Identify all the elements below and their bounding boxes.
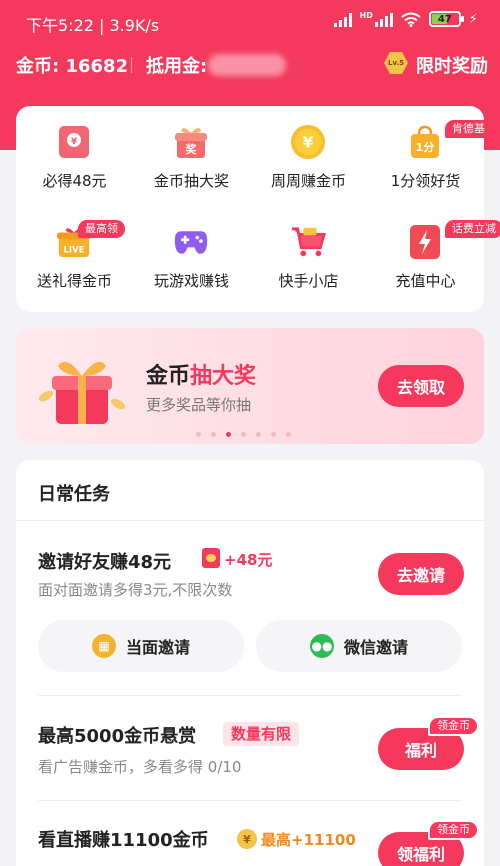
claim-button[interactable]: 去领取	[378, 365, 464, 407]
shopping-bag-icon: 1分	[407, 124, 443, 160]
qr-code-icon: ▦	[91, 634, 116, 658]
entry-label: 周周赚金币	[270, 172, 346, 190]
svg-text:1分: 1分	[416, 140, 435, 154]
entry-recharge-center[interactable]: 话费立减 充值中心	[367, 206, 500, 296]
banner-subtitle: 更多奖品等你抽	[146, 396, 252, 414]
entry-label: 1分领好货	[390, 172, 461, 190]
divider	[16, 520, 484, 521]
battery-level: 47	[437, 13, 452, 25]
red-envelope-icon: ¥	[56, 124, 92, 160]
banner-title-a: 金币	[146, 364, 191, 389]
lightning-icon	[407, 224, 443, 260]
carousel-dot[interactable]	[271, 432, 276, 437]
cellular-signal-icon	[333, 12, 352, 27]
divider	[38, 800, 462, 801]
svg-text:奖: 奖	[186, 142, 198, 156]
status-icons: HD 47 ⚡	[333, 11, 478, 27]
carousel-dot[interactable]	[241, 432, 246, 437]
wechat-invite-button[interactable]: ●● 微信邀请	[256, 620, 462, 672]
divider	[38, 695, 462, 696]
level-badge-icon: Lv.5	[384, 52, 408, 74]
wifi-icon	[401, 12, 421, 27]
entry-tag: 最高领	[78, 220, 125, 238]
entry-label: 必得48元	[42, 172, 107, 190]
entry-kuaishou-store[interactable]: 快手小店	[250, 206, 367, 296]
red-envelope-icon	[202, 548, 220, 568]
voucher-label[interactable]: 抵用金:	[146, 52, 207, 78]
entry-label: 玩游戏赚钱	[153, 272, 229, 290]
gift-box-icon	[38, 361, 126, 424]
carousel-dot[interactable]	[211, 432, 216, 437]
voucher-amount-blurred	[208, 54, 286, 76]
svg-text:¥: ¥	[71, 137, 78, 147]
wechat-invite-label: 微信邀请	[343, 638, 408, 657]
section-title: 日常任务	[38, 484, 110, 505]
entry-label: 快手小店	[278, 272, 339, 290]
limit-reward-link[interactable]: 限时奖励	[416, 52, 488, 78]
lottery-banner[interactable]: 金币抽大奖 更多奖品等你抽 去领取	[16, 328, 484, 444]
face-invite-button[interactable]: ▦ 当面邀请	[38, 620, 244, 672]
banner-title: 金币抽大奖	[146, 358, 256, 390]
face-invite-label: 当面邀请	[125, 638, 190, 657]
yuan-coin-icon: ¥	[290, 124, 326, 160]
entry-tag: 话费立减	[445, 220, 500, 238]
coin-icon: ¥	[237, 829, 257, 849]
banner-title-b: 抽大奖	[190, 364, 257, 389]
carousel-dot[interactable]	[226, 432, 231, 437]
carousel-dots	[196, 432, 291, 437]
entry-gift-coins[interactable]: LIVE 最高领 送礼得金币	[16, 206, 133, 296]
collect-coins-tag: 领金币	[428, 716, 479, 736]
gift-box-icon: 奖	[173, 124, 209, 160]
entry-label: 金币抽大奖	[153, 172, 229, 190]
coin-balance[interactable]: 金币: 16682	[16, 52, 128, 78]
entry-grid-card: ¥ 必得48元 奖 金币抽大奖 ¥ 周周赚金币 1分 肯德基 1分领好货 LIV…	[16, 106, 500, 312]
bounty-task-subtitle: 看广告赚金币，多看多得 0/10	[38, 758, 242, 776]
wechat-icon: ●●	[309, 634, 334, 658]
charging-icon: ⚡	[468, 11, 478, 27]
invite-reward: +48元	[224, 551, 273, 569]
live-reward: 最高+11100	[261, 831, 356, 849]
coin-bar: 金币: 16682 抵用金: Lv.5 限时奖励	[0, 48, 500, 80]
status-bar: 下午5:22 | 3.9K/s HD 47 ⚡	[0, 0, 500, 44]
divider	[131, 57, 132, 73]
entry-play-games[interactable]: 玩游戏赚钱	[133, 206, 250, 296]
invite-task-subtitle: 面对面邀请多得3元,不限次数	[38, 581, 233, 599]
bounty-task-title: 最高5000金币悬赏	[38, 726, 197, 747]
gamepad-icon	[173, 224, 209, 260]
entry-coin-lottery[interactable]: 奖 金币抽大奖	[133, 106, 250, 196]
carousel-dot[interactable]	[286, 432, 291, 437]
carousel-dot[interactable]	[256, 432, 261, 437]
entry-label: 充值中心	[395, 272, 456, 290]
entry-weekly-coins[interactable]: ¥ 周周赚金币	[250, 106, 367, 196]
hd-signal-icon: HD	[360, 11, 393, 27]
invite-button[interactable]: 去邀请	[378, 553, 464, 595]
svg-text:¥: ¥	[303, 134, 314, 152]
daily-tasks-card: 日常任务 邀请好友赚48元 +48元 面对面邀请多得3元,不限次数 去邀请 ▦ …	[16, 460, 484, 866]
invite-task-title: 邀请好友赚48元	[38, 552, 172, 573]
entry-one-cent-goods[interactable]: 1分 肯德基 1分领好货	[367, 106, 492, 196]
shopping-cart-icon	[290, 224, 326, 260]
entry-label: 送礼得金币	[36, 272, 112, 290]
entry-must-win-48[interactable]: ¥ 必得48元	[16, 106, 133, 196]
carousel-dot[interactable]	[196, 432, 201, 437]
collect-coins-tag: 领金币	[428, 820, 479, 840]
limited-badge: 数量有限	[223, 722, 300, 746]
battery-icon: 47	[428, 11, 464, 27]
svg-text:LIVE: LIVE	[63, 245, 84, 255]
entry-tag: 肯德基	[445, 120, 492, 138]
live-task-title: 看直播赚11100金币	[38, 830, 209, 851]
status-time: 下午5:22 | 3.9K/s	[26, 16, 160, 35]
